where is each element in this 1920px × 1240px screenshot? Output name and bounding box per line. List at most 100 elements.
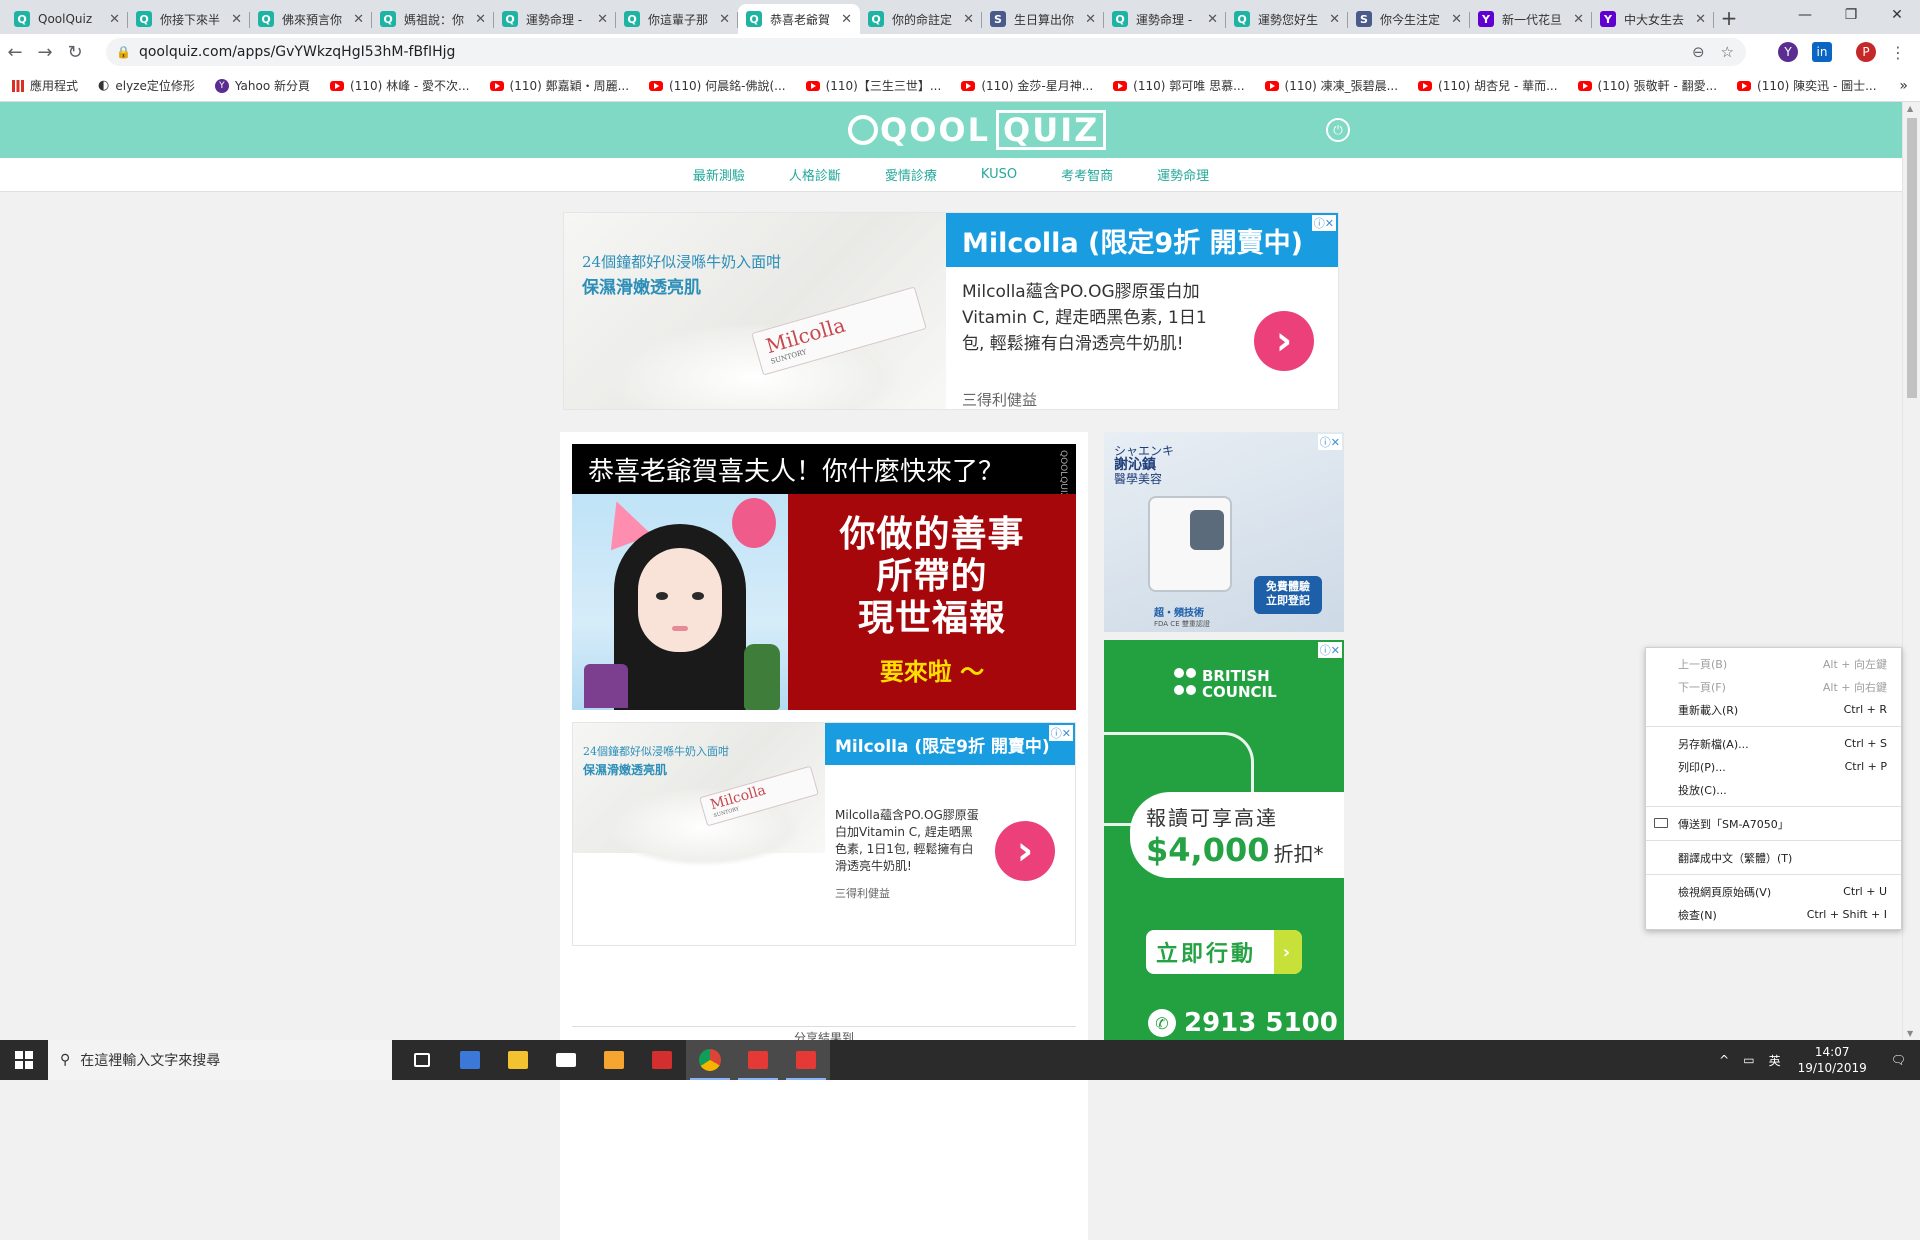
tab-close-icon[interactable]: ✕ [597,12,608,27]
mid-milcolla-ad[interactable]: 24個鐘都好似浸喺牛奶入面咁 保濕滑嫩透亮肌 Milcolla SUNTORY … [572,722,1076,946]
mail-icon[interactable] [542,1040,590,1080]
bookmark-item[interactable]: (110) 郭可唯 思慕... [1113,77,1245,94]
context-menu-item[interactable]: 重新載入(R) Ctrl + R [1646,698,1901,721]
top-milcolla-ad[interactable]: 24個鐘都好似浸喺牛奶入面咁 保濕滑嫩透亮肌 Milcolla SUNTORY … [563,212,1339,410]
context-menu-item[interactable]: 檢查(N) Ctrl + Shift + I [1646,903,1901,926]
power-icon[interactable]: ⏻ [1326,118,1350,142]
ad-choices-icon[interactable]: ⓘ✕ [1317,642,1342,658]
reload-button[interactable]: ↻ [60,42,90,63]
browser-tab[interactable]: Q 你的命註定 ✕ [860,4,982,34]
bookmark-item[interactable]: (110) 陳奕迅 - 圖士... [1737,77,1877,94]
site-nav-link[interactable]: 考考智商 [1061,165,1113,184]
tab-close-icon[interactable]: ✕ [1573,12,1584,27]
site-nav-link[interactable]: 最新測驗 [693,165,745,184]
british-council-ad[interactable]: BRITISH COUNCIL 報讀可享高達 $4,000 折扣* 立即行動 › ✆… [1104,640,1344,1040]
browser-tab[interactable]: Q 恭喜老爺賀 ✕ [738,4,860,34]
bookmark-item[interactable]: ◐ elyze定位修形 [98,77,195,94]
lock-icon[interactable]: 🔒 [116,45,131,59]
taskbar-search-box[interactable]: ⚲ 在這裡輸入文字來搜尋 [48,1040,392,1080]
bookmark-item[interactable]: (110) 鄭嘉穎・周麗... [489,77,629,94]
site-nav-link[interactable]: 運勢命理 [1157,165,1209,184]
site-nav-link[interactable]: KUSO [981,167,1017,182]
tab-close-icon[interactable]: ✕ [1329,12,1340,27]
browser-tab[interactable]: Q 運勢您好生 ✕ [1226,4,1348,34]
new-tab-button[interactable]: + [1714,4,1744,34]
bookmark-item[interactable]: Y Yahoo 新分頁 [214,77,310,94]
tab-close-icon[interactable]: ✕ [1695,12,1706,27]
free-trial-button[interactable]: 免費體驗 立即登記 [1254,576,1322,614]
yahoo-extension-icon[interactable]: Y [1778,42,1798,62]
bookmark-item[interactable]: (110) 胡杏兒 - 華而... [1418,77,1558,94]
bookmark-item[interactable]: (110)【三生三世】... [805,77,941,94]
start-button[interactable] [0,1040,48,1080]
app-red-icon-1[interactable] [734,1040,782,1080]
bookmark-item[interactable]: (110) 張敬軒 - 翻愛... [1577,77,1717,94]
browser-tab[interactable]: S 你今生注定 ✕ [1348,4,1470,34]
ad-arrow-button[interactable]: › [995,821,1055,881]
tab-close-icon[interactable]: ✕ [109,12,120,27]
browser-tab[interactable]: Q 你這輩子那 ✕ [616,4,738,34]
back-button[interactable]: ← [0,42,30,63]
notification-icon[interactable]: 🗨 [1877,1053,1920,1067]
tab-close-icon[interactable]: ✕ [841,12,852,27]
linkedin-extension-icon[interactable]: in [1812,42,1832,62]
forward-button[interactable]: → [30,42,60,63]
context-menu-item[interactable]: 檢視網頁原始碼(V) Ctrl + U [1646,880,1901,903]
chrome-icon[interactable] [686,1040,734,1080]
url-text[interactable]: qoolquiz.com/apps/GvYWkzqHgI53hM-fBfIHjg [139,44,1692,60]
close-window-button[interactable]: ✕ [1874,0,1920,30]
browser-tab[interactable]: Q QoolQuiz ✕ [6,4,128,34]
sticky-notes-icon[interactable] [590,1040,638,1080]
tab-close-icon[interactable]: ✕ [231,12,242,27]
context-menu-item[interactable]: 傳送到「SM-A7050」 [1646,812,1901,835]
context-menu-item[interactable]: 投放(C)... [1646,778,1901,801]
browser-tab[interactable]: Q 媽祖說：你 ✕ [372,4,494,34]
task-view-icon[interactable] [398,1040,446,1080]
scroll-down-arrow-icon[interactable]: ▼ [1907,1029,1913,1038]
bookmark-star-icon[interactable]: ☆ [1721,43,1734,61]
browser-tab[interactable]: S 生日算出你 ✕ [982,4,1104,34]
context-menu-item[interactable]: 翻譯成中文（繁體）(T) [1646,846,1901,869]
scroll-up-arrow-icon[interactable]: ▲ [1907,104,1913,113]
profile-avatar[interactable]: P [1856,42,1876,62]
bookmark-item[interactable]: (110) 林峰 - 愛不次... [330,77,470,94]
site-nav-link[interactable]: 愛情診療 [885,165,937,184]
browser-tab[interactable]: Y 中大女生去 ✕ [1592,4,1714,34]
address-bar[interactable]: 🔒 qoolquiz.com/apps/GvYWkzqHgI53hM-fBfIH… [106,38,1746,66]
bookmarks-overflow-icon[interactable]: » [1899,78,1908,94]
bookmark-item[interactable]: 應用程式 [12,77,78,94]
network-icon[interactable]: ▭ [1736,1053,1761,1067]
tab-close-icon[interactable]: ✕ [719,12,730,27]
zoom-icon[interactable]: ⊖ [1692,43,1705,61]
browser-tab[interactable]: Q 佛來預言你 ✕ [250,4,372,34]
tab-close-icon[interactable]: ✕ [1207,12,1218,27]
act-now-button[interactable]: 立即行動 › [1146,930,1302,974]
clock[interactable]: 14:07 19/10/2019 [1788,1044,1877,1076]
app-red-icon-2[interactable] [782,1040,830,1080]
file-explorer-icon[interactable] [494,1040,542,1080]
tab-close-icon[interactable]: ✕ [353,12,364,27]
minimize-button[interactable]: — [1782,0,1828,30]
browser-tab[interactable]: Q 運勢命理 - ✕ [1104,4,1226,34]
context-menu-item[interactable]: 另存新檔(A)... Ctrl + S [1646,732,1901,755]
ime-indicator[interactable]: 英 [1762,1052,1788,1069]
bookmark-item[interactable]: (110) 金莎-星月神... [961,77,1093,94]
browser-tab[interactable]: Q 運勢命理 - ✕ [494,4,616,34]
ad-choices-icon[interactable]: ⓘ✕ [1048,725,1073,741]
tray-expand-icon[interactable]: ^ [1712,1053,1736,1067]
tab-close-icon[interactable]: ✕ [1451,12,1462,27]
medical-beauty-ad[interactable]: シャエンキ 謝沁鎮 醫學美容 超・頻技術 FDA CE 雙重認證 免費體驗 立即… [1104,432,1344,632]
acrobat-icon[interactable] [638,1040,686,1080]
ad-headline[interactable]: Milcolla (限定9折 開賣中) [825,723,1075,765]
ad-choices-icon[interactable]: ⓘ✕ [1311,215,1336,231]
ad-choices-icon[interactable]: ⓘ✕ [1317,434,1342,450]
browser-tab[interactable]: Q 你接下來半 ✕ [128,4,250,34]
store-icon[interactable] [446,1040,494,1080]
tab-close-icon[interactable]: ✕ [963,12,974,27]
tab-close-icon[interactable]: ✕ [475,12,486,27]
scrollbar-thumb[interactable] [1907,118,1917,398]
bookmark-item[interactable]: (110) 凍凍_張碧晨... [1264,77,1398,94]
chrome-menu-icon[interactable]: ⋮ [1888,42,1908,62]
qoolquiz-logo[interactable]: QOOL QUIZ [848,110,1107,150]
context-menu-item[interactable]: 列印(P)... Ctrl + P [1646,755,1901,778]
